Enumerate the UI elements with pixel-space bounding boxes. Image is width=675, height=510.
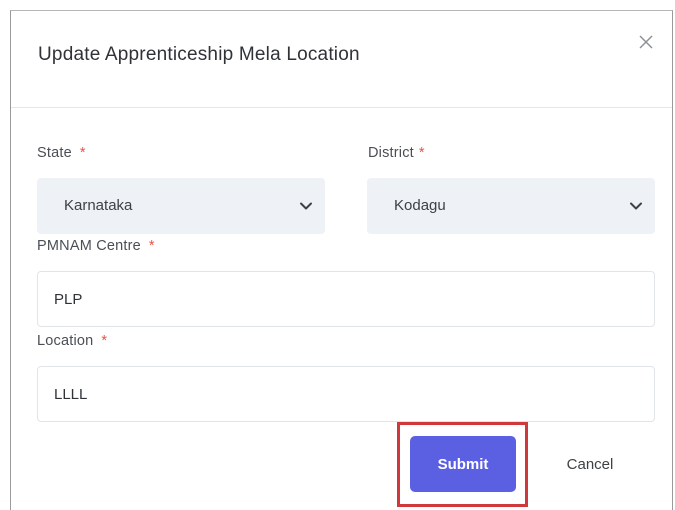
modal-header: Update Apprenticeship Mela Location: [11, 11, 672, 108]
location-label-text: Location: [37, 333, 94, 349]
cancel-button[interactable]: Cancel: [550, 436, 630, 492]
modal-title: Update Apprenticeship Mela Location: [38, 44, 360, 65]
district-label-text: District: [368, 145, 414, 161]
district-required-mark: *: [418, 145, 425, 161]
district-select[interactable]: Kodagu: [367, 178, 655, 234]
location-input[interactable]: LLLL: [37, 366, 655, 422]
location-input-value: LLLL: [54, 386, 88, 403]
state-select-value: Karnataka: [64, 197, 133, 214]
submit-button[interactable]: Submit: [410, 436, 516, 492]
state-label: State *: [37, 145, 86, 161]
pmnam-centre-required-mark: *: [148, 238, 155, 254]
district-select-value: Kodagu: [394, 197, 446, 214]
state-required-mark: *: [79, 145, 86, 161]
chevron-down-icon: [630, 202, 642, 210]
pmnam-centre-input-value: PLP: [54, 291, 83, 308]
chevron-down-icon: [300, 202, 312, 210]
location-required-mark: *: [101, 333, 108, 349]
pmnam-centre-input[interactable]: PLP: [37, 271, 655, 327]
close-icon[interactable]: [637, 33, 655, 51]
pmnam-centre-label-text: PMNAM Centre: [37, 238, 141, 254]
pmnam-centre-label: PMNAM Centre *: [37, 238, 155, 254]
state-select[interactable]: Karnataka: [37, 178, 325, 234]
state-label-text: State: [37, 145, 72, 161]
update-location-modal: Update Apprenticeship Mela Location: [10, 10, 673, 510]
location-label: Location *: [37, 333, 107, 349]
district-label: District *: [368, 145, 425, 161]
